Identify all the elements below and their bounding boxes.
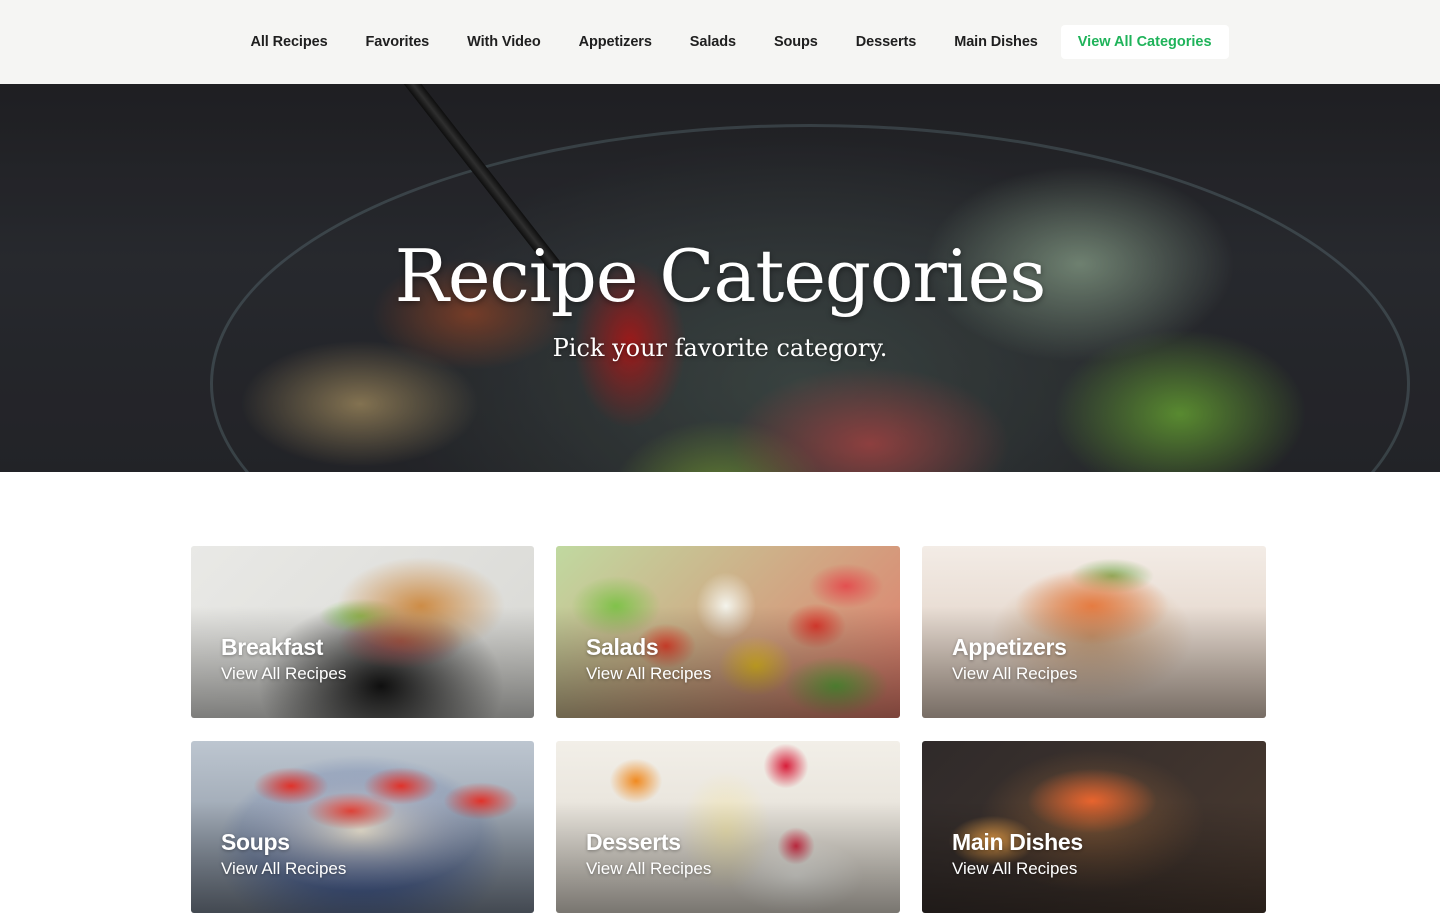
category-title: Salads [586, 634, 659, 660]
nav-item-with-video[interactable]: With Video [448, 25, 560, 59]
nav-item-appetizers[interactable]: Appetizers [560, 25, 671, 59]
category-card-appetizers[interactable]: Appetizers View All Recipes [922, 546, 1266, 718]
nav-item-all-recipes[interactable]: All Recipes [231, 25, 346, 59]
page-subtitle: Pick your favorite category. [552, 334, 888, 362]
nav-item-salads[interactable]: Salads [671, 25, 755, 59]
view-all-recipes-link[interactable]: View All Recipes [221, 859, 346, 879]
category-card-soups[interactable]: Soups View All Recipes [191, 741, 534, 913]
nav-item-favorites[interactable]: Favorites [347, 25, 449, 59]
view-all-recipes-link[interactable]: View All Recipes [952, 664, 1077, 684]
category-title: Soups [221, 829, 290, 855]
card-overlay [191, 741, 534, 913]
category-card-salads[interactable]: Salads View All Recipes [556, 546, 900, 718]
view-all-recipes-link[interactable]: View All Recipes [586, 664, 711, 684]
nav-item-desserts[interactable]: Desserts [837, 25, 935, 59]
top-navigation: All Recipes Favorites With Video Appetiz… [0, 0, 1440, 84]
category-grid: Breakfast View All Recipes Salads View A… [191, 546, 1267, 913]
card-overlay [191, 546, 534, 718]
category-card-main-dishes[interactable]: Main Dishes View All Recipes [922, 741, 1266, 913]
category-title: Breakfast [221, 634, 324, 660]
nav-item-soups[interactable]: Soups [755, 25, 837, 59]
category-nav: All Recipes Favorites With Video Appetiz… [231, 25, 1229, 59]
category-title: Appetizers [952, 634, 1067, 660]
nav-item-main-dishes[interactable]: Main Dishes [935, 25, 1057, 59]
card-overlay [556, 741, 900, 913]
category-title: Desserts [586, 829, 681, 855]
page-title: Recipe Categories [394, 234, 1047, 318]
card-overlay [922, 546, 1266, 718]
category-title: Main Dishes [952, 829, 1083, 855]
view-all-recipes-link[interactable]: View All Recipes [586, 859, 711, 879]
hero-banner: Recipe Categories Pick your favorite cat… [0, 84, 1440, 472]
card-overlay [922, 741, 1266, 913]
card-overlay [556, 546, 900, 718]
view-all-categories-button[interactable]: View All Categories [1060, 25, 1229, 59]
view-all-recipes-link[interactable]: View All Recipes [952, 859, 1077, 879]
category-card-desserts[interactable]: Desserts View All Recipes [556, 741, 900, 913]
view-all-recipes-link[interactable]: View All Recipes [221, 664, 346, 684]
category-card-breakfast[interactable]: Breakfast View All Recipes [191, 546, 534, 718]
